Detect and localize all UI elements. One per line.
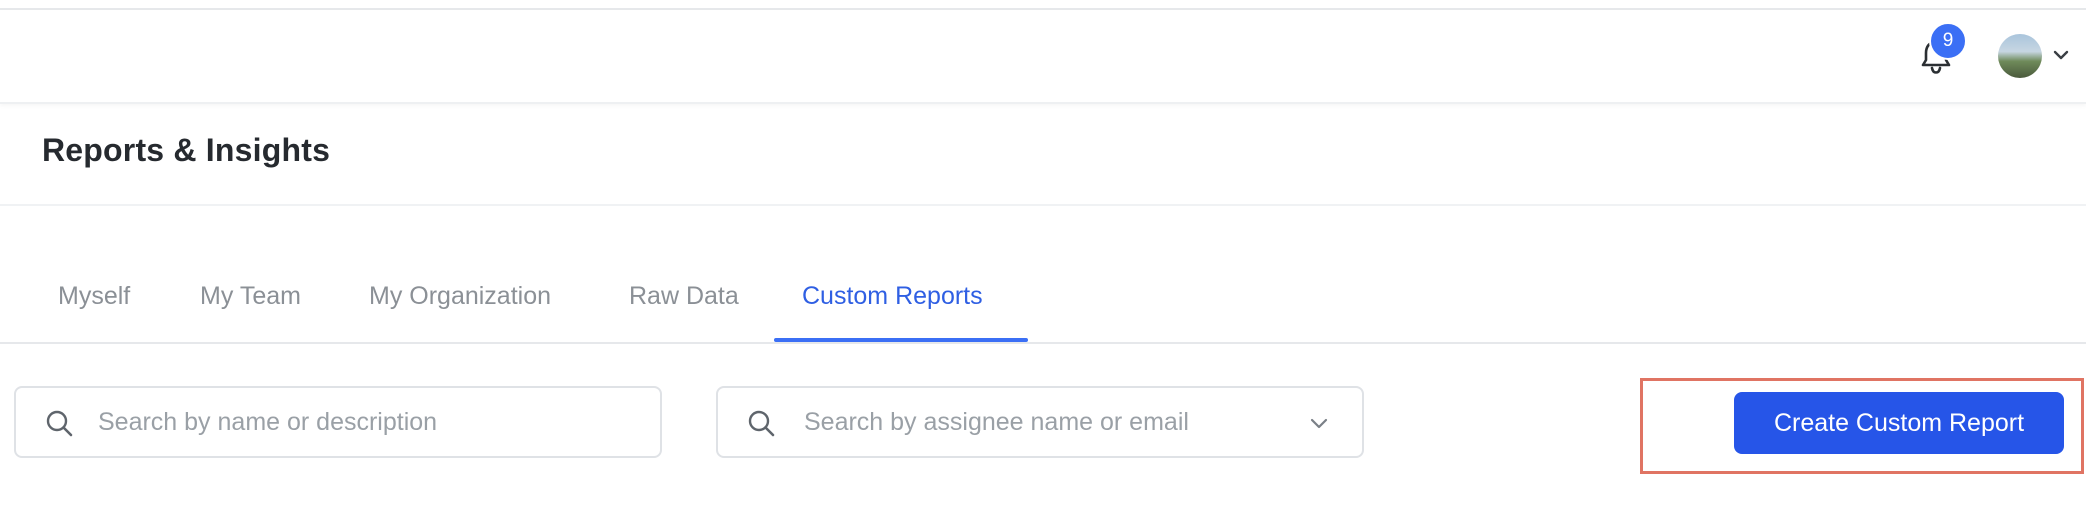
tab-raw-data[interactable]: Raw Data [629, 282, 739, 311]
search-icon [44, 408, 74, 438]
chevron-down-icon[interactable] [1308, 412, 1330, 434]
assignee-search-dropdown[interactable]: Search by assignee name or email [716, 386, 1364, 458]
notification-badge[interactable]: 9 [1929, 22, 1967, 60]
top-bar [0, 10, 2086, 104]
name-search-input[interactable]: Search by name or description [14, 386, 662, 458]
tab-my-team[interactable]: My Team [200, 282, 301, 311]
name-search-placeholder: Search by name or description [98, 408, 438, 436]
search-icon [746, 408, 776, 438]
active-tab-indicator [774, 338, 1028, 342]
tab-my-organization[interactable]: My Organization [369, 282, 551, 311]
tab-custom-reports[interactable]: Custom Reports [802, 282, 983, 311]
page-title: Reports & Insights [42, 132, 331, 168]
tab-bar [0, 266, 2086, 344]
user-avatar[interactable] [1998, 34, 2042, 78]
create-custom-report-button[interactable]: Create Custom Report [1734, 392, 2064, 454]
top-strip [0, 0, 2086, 10]
chevron-down-icon[interactable] [2052, 48, 2070, 62]
tab-myself[interactable]: Myself [58, 282, 130, 311]
assignee-search-placeholder: Search by assignee name or email [804, 408, 1189, 436]
